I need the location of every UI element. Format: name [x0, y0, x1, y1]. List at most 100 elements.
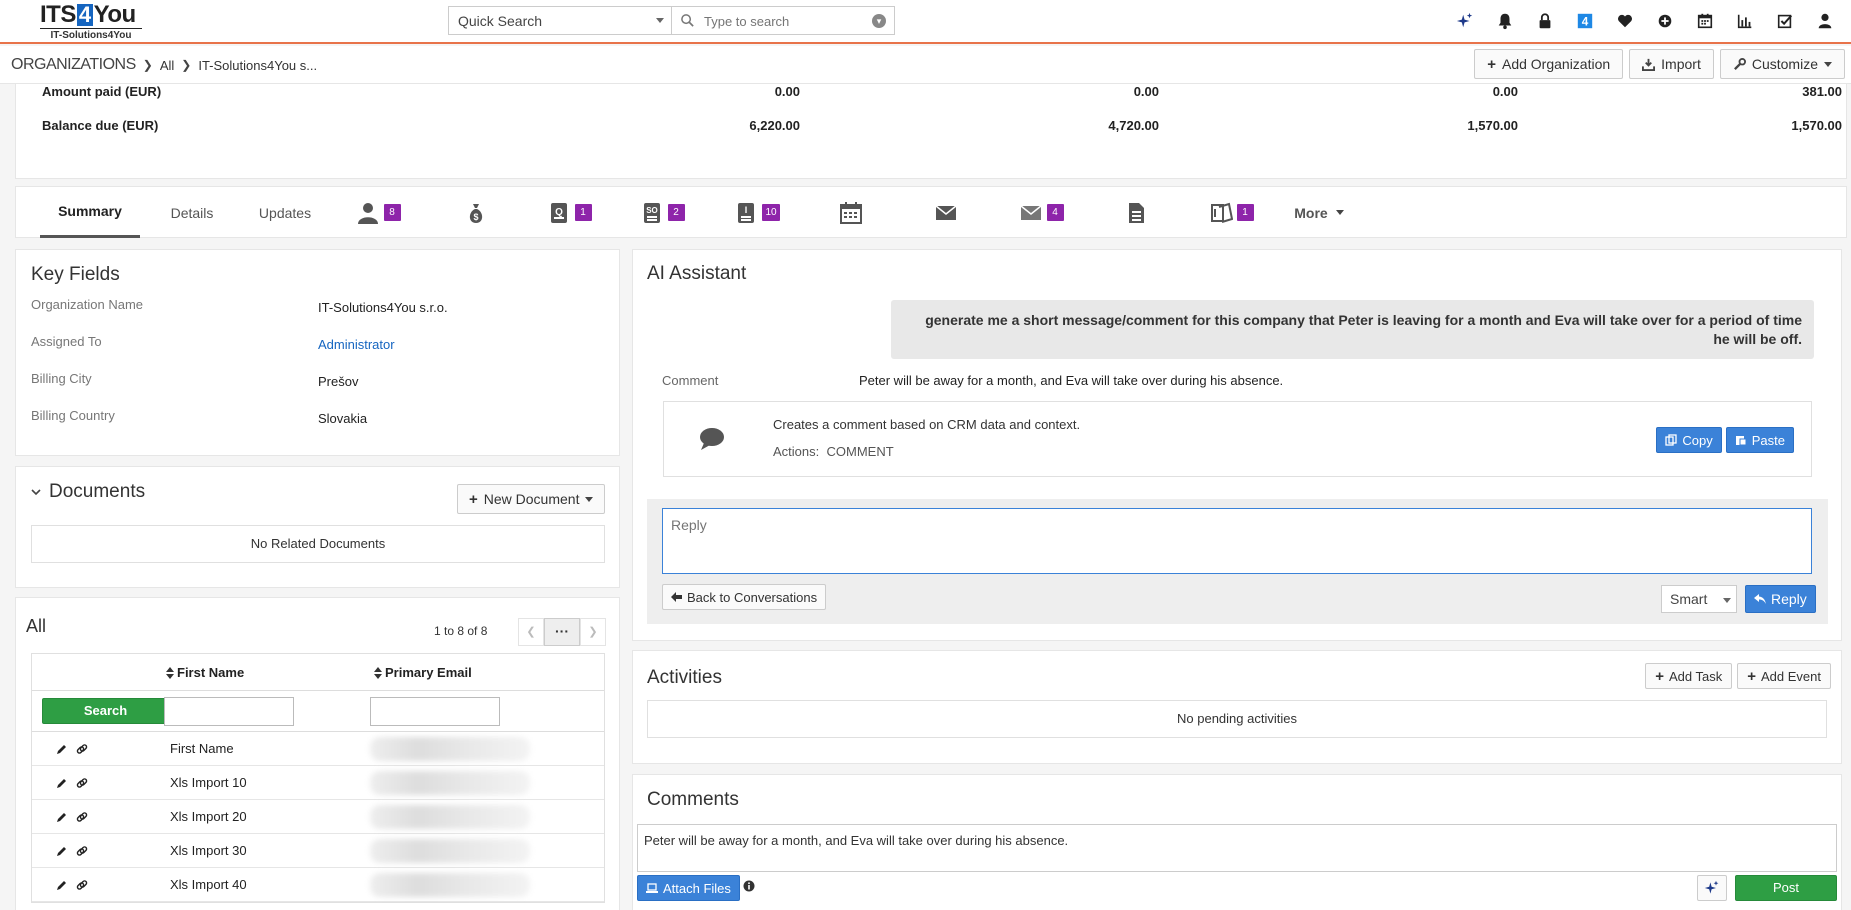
- email-filter-input[interactable]: [370, 697, 500, 726]
- mode-select[interactable]: Smart: [1661, 585, 1737, 613]
- laptop-icon: [646, 883, 658, 893]
- add-organization-button[interactable]: + Add Organization: [1474, 49, 1624, 79]
- back-to-conversations-button[interactable]: Back to Conversations: [662, 584, 827, 610]
- ai-result-label: Comment: [662, 373, 719, 388]
- table-row[interactable]: Xls Import 20: [32, 800, 604, 834]
- table-filter-row: Search: [32, 691, 604, 732]
- table-row[interactable]: Xls Import 30: [32, 834, 604, 868]
- bell-icon[interactable]: [1485, 10, 1525, 32]
- pencil-icon[interactable]: [56, 879, 68, 891]
- attach-files-button[interactable]: Attach Files: [637, 875, 740, 901]
- ai-generate-button[interactable]: [1697, 875, 1727, 901]
- tab-quotes[interactable]: Q 1: [529, 187, 609, 238]
- plus-circle-icon[interactable]: [1645, 10, 1685, 32]
- column-label: First Name: [177, 665, 245, 680]
- tab-details-label: Details: [170, 204, 214, 221]
- comment-textarea[interactable]: Peter will be away for a month, and Eva …: [637, 824, 1837, 872]
- tab-sales-orders[interactable]: SO 2: [622, 187, 702, 238]
- tab-documents[interactable]: [1096, 187, 1176, 238]
- ai-sparkle-icon[interactable]: [1445, 10, 1485, 32]
- tool-buttons: Copy Paste: [1656, 427, 1794, 453]
- tab-opportunities[interactable]: $: [436, 187, 516, 238]
- reply-input[interactable]: [662, 508, 1812, 574]
- sort-icon: [374, 666, 382, 679]
- next-page-button[interactable]: ❯: [580, 618, 606, 646]
- company-logo[interactable]: ITS 4 You IT-Solutions4You: [40, 2, 142, 42]
- advanced-search-icon[interactable]: ▾: [872, 14, 886, 28]
- import-button[interactable]: Import: [1629, 49, 1714, 79]
- bar-chart-icon[interactable]: [1725, 10, 1765, 32]
- column-header-first-name[interactable]: First Name: [166, 665, 244, 680]
- table-row[interactable]: First Name: [32, 732, 604, 766]
- checkbox-icon[interactable]: [1765, 10, 1805, 32]
- tab-calendar[interactable]: [811, 187, 891, 238]
- copy-button[interactable]: Copy: [1656, 427, 1722, 453]
- post-comment-button[interactable]: Post: [1735, 875, 1837, 901]
- new-document-button[interactable]: + New Document: [457, 484, 606, 514]
- pagination-controls: ❮ ··· ❯: [518, 618, 606, 646]
- plus-icon: +: [1747, 667, 1756, 685]
- previous-page-button[interactable]: ❮: [518, 618, 544, 646]
- user-icon[interactable]: [1805, 10, 1845, 32]
- tab-summary-label: Summary: [58, 203, 122, 219]
- search-scope-select[interactable]: Quick Search: [448, 6, 672, 35]
- tab-count-badge: 4: [1046, 204, 1064, 221]
- search-scope-value: Quick Search: [458, 13, 543, 29]
- search-input[interactable]: [704, 12, 864, 30]
- reply-button[interactable]: Reply: [1745, 585, 1816, 613]
- link-icon[interactable]: [76, 743, 88, 755]
- table-row[interactable]: Xls Import 10: [32, 766, 604, 800]
- lock-icon[interactable]: [1525, 10, 1565, 32]
- reply-icon: [1754, 593, 1766, 604]
- first-name-filter-input[interactable]: [164, 697, 294, 726]
- four-icon[interactable]: 4: [1565, 10, 1605, 32]
- customize-button[interactable]: Customize: [1719, 49, 1845, 79]
- breadcrumb-module[interactable]: ORGANIZATIONS: [11, 56, 136, 74]
- calendar-icon[interactable]: [1685, 10, 1725, 32]
- paste-button[interactable]: Paste: [1725, 427, 1794, 453]
- tab-more-dropdown[interactable]: More: [1286, 187, 1352, 238]
- heart-icon[interactable]: [1605, 10, 1645, 32]
- search-button[interactable]: Search: [42, 698, 169, 724]
- paste-label: Paste: [1751, 432, 1785, 448]
- assigned-to-link[interactable]: Administrator: [318, 337, 395, 352]
- pencil-icon[interactable]: [56, 845, 68, 857]
- column-header-primary-email[interactable]: Primary Email: [374, 665, 472, 680]
- chevron-down-icon: [31, 489, 41, 496]
- plus-icon: +: [1655, 667, 1664, 685]
- comment-text: Peter will be away for a month, and Eva …: [644, 833, 1069, 848]
- tab-invoices[interactable]: I 10: [715, 187, 799, 238]
- tab-contacts[interactable]: 8: [338, 187, 418, 238]
- tab-emails[interactable]: 4: [999, 187, 1083, 238]
- tab-tickets[interactable]: 1: [1189, 187, 1273, 238]
- field-value[interactable]: IT-Solutions4You s.r.o.: [318, 300, 448, 315]
- link-icon[interactable]: [76, 845, 88, 857]
- chevron-down-icon: [656, 18, 664, 23]
- documents-header[interactable]: Documents: [31, 481, 145, 503]
- field-value[interactable]: Prešov: [318, 374, 358, 389]
- link-icon[interactable]: [76, 777, 88, 789]
- ai-tool-card: Creates a comment based on CRM data and …: [663, 401, 1812, 477]
- link-icon[interactable]: [76, 811, 88, 823]
- actions-value: COMMENT: [826, 444, 894, 459]
- tab-summary[interactable]: Summary: [40, 187, 140, 238]
- field-value[interactable]: Slovakia: [318, 411, 367, 426]
- pencil-icon[interactable]: [56, 811, 68, 823]
- table-row[interactable]: Xls Import 40: [32, 868, 604, 902]
- link-icon[interactable]: [76, 879, 88, 891]
- tab-count-badge: 10: [762, 204, 780, 221]
- pencil-icon[interactable]: [56, 777, 68, 789]
- add-event-button[interactable]: + Add Event: [1737, 663, 1831, 689]
- add-task-button[interactable]: + Add Task: [1645, 663, 1733, 689]
- related-tabs: Summary Details Updates 8 $ Q 1 SO 2 I 1…: [15, 186, 1847, 238]
- tab-updates[interactable]: Updates: [238, 187, 332, 238]
- more-pages-button[interactable]: ···: [544, 618, 580, 646]
- key-field-row: Assigned To Administrator: [31, 334, 621, 354]
- info-icon[interactable]: [743, 880, 755, 892]
- tab-details[interactable]: Details: [151, 187, 233, 238]
- pencil-icon[interactable]: [56, 743, 68, 755]
- breadcrumb-all[interactable]: All: [160, 58, 174, 73]
- field-label: Billing Country: [31, 408, 115, 423]
- documents-title: Documents: [49, 481, 146, 502]
- tab-email[interactable]: [906, 187, 986, 238]
